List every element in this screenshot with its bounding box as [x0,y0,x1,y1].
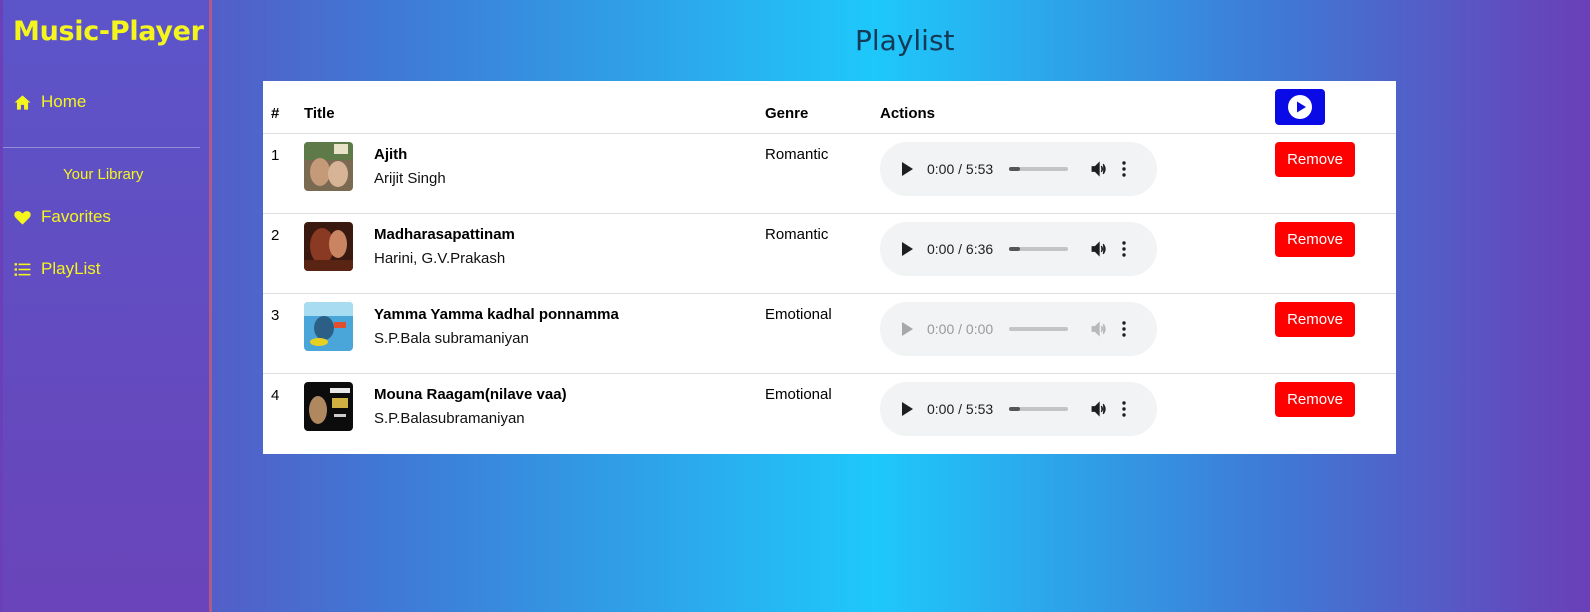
song-artist: Harini, G.V.Prakash [374,250,506,267]
table-row: 2 Madharasapattinam Harini, G.V.Prakash … [263,214,1396,294]
seek-bar[interactable] [1009,167,1068,171]
sidebar-divider [3,147,200,148]
audio-time: 0:00 / 0:00 [927,321,994,337]
remove-button[interactable]: Remove [1275,142,1355,177]
playlist-table: # Title Genre Actions 1 Ajith Arijit Sin… [263,81,1396,454]
table-row: 1 Ajith Arijit Singh Romantic 0:00 / 5:5… [263,134,1396,214]
row-number: 1 [271,147,280,164]
list-icon [14,262,31,276]
more-options-icon[interactable] [1122,321,1126,337]
audio-time: 0:00 / 5:53 [927,401,994,417]
seek-bar[interactable] [1009,327,1068,331]
sidebar-item-label: PlayList [41,259,101,278]
play-circle-icon [1288,95,1312,119]
remove-button[interactable]: Remove [1275,302,1355,337]
song-title: Madharasapattinam [374,226,515,243]
header-number: # [271,105,280,122]
audio-player[interactable]: 0:00 / 6:36 [880,222,1157,276]
song-genre: Romantic [765,226,829,243]
seek-bar[interactable] [1009,407,1068,411]
heart-icon [14,210,31,225]
song-genre: Romantic [765,146,829,163]
header-actions: Actions [880,105,936,122]
play-icon[interactable] [900,162,914,176]
audio-time: 0:00 / 6:36 [927,241,994,257]
row-number: 4 [271,387,280,404]
row-number: 2 [271,227,280,244]
header-genre: Genre [765,105,809,122]
album-art [304,222,353,271]
header-title: Title [304,105,335,122]
album-art [304,382,353,431]
row-number: 3 [271,307,280,324]
more-options-icon[interactable] [1122,241,1126,257]
album-art [304,302,353,351]
song-artist: Arijit Singh [374,170,446,187]
play-icon[interactable] [900,402,914,416]
song-title: Mouna Raagam(nilave vaa) [374,386,567,403]
sidebar-item-favorites[interactable]: Favorites [13,207,111,227]
more-options-icon[interactable] [1122,401,1126,417]
home-icon [14,94,31,110]
play-icon[interactable] [900,242,914,256]
song-artist: S.P.Balasubramaniyan [374,410,525,427]
song-genre: Emotional [765,306,832,323]
sidebar-item-label: Favorites [41,207,111,226]
song-title: Yamma Yamma kadhal ponnamma [374,306,619,323]
audio-player[interactable]: 0:00 / 5:53 [880,142,1157,196]
audio-player[interactable]: 0:00 / 5:53 [880,382,1157,436]
table-header: # Title Genre Actions [263,81,1396,134]
album-art [304,142,353,191]
play-icon[interactable] [900,322,914,336]
page-title: Playlist [855,24,955,57]
table-row: 4 Mouna Raagam(nilave vaa) S.P.Balasubra… [263,374,1396,454]
seek-bar[interactable] [1009,247,1068,251]
remove-button[interactable]: Remove [1275,382,1355,417]
volume-icon[interactable] [1090,240,1108,258]
song-artist: S.P.Bala subramaniyan [374,330,529,347]
sidebar-item-home[interactable]: Home [13,92,86,112]
audio-time: 0:00 / 5:53 [927,161,994,177]
sidebar: Music-Player Home Your Library Favorites… [3,0,212,612]
volume-icon[interactable] [1090,160,1108,178]
play-all-button[interactable] [1275,89,1325,125]
sidebar-item-playlist[interactable]: PlayList [13,259,101,279]
remove-button[interactable]: Remove [1275,222,1355,257]
brand-title: Music-Player [13,16,204,47]
volume-icon[interactable] [1090,320,1108,338]
song-title: Ajith [374,146,408,163]
library-heading: Your Library [63,166,144,183]
table-row: 3 Yamma Yamma kadhal ponnamma S.P.Bala s… [263,294,1396,374]
sidebar-item-label: Home [41,92,87,111]
audio-player[interactable]: 0:00 / 0:00 [880,302,1157,356]
song-genre: Emotional [765,386,832,403]
volume-icon[interactable] [1090,400,1108,418]
more-options-icon[interactable] [1122,161,1126,177]
